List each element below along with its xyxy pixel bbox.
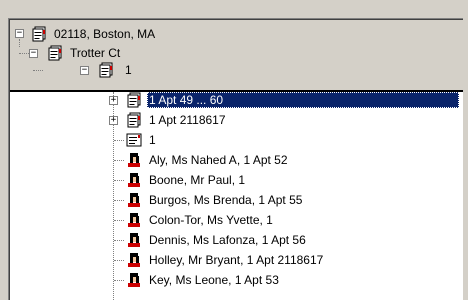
tree-item-label: Boone, Mr Paul, 1 [149,173,246,187]
address-tree-panel: − 02118, Boston, MA − Trotter Ct − 1 + 1… [8,18,463,300]
tree-item[interactable]: Aly, Ms Nahed A, 1 Apt 52 [10,152,460,168]
tree-item-label: Key, Ms Leone, 1 Apt 53 [149,273,279,287]
book-icon [32,26,46,42]
tree-item[interactable]: Key, Ms Leone, 1 Apt 53 [10,272,460,288]
node-label: 1 [125,63,132,77]
collapse-toggle[interactable]: − [15,29,24,38]
book-icon [99,62,113,78]
tree-item[interactable]: Dennis, Ms Lafonza, 1 Apt 56 [10,232,460,248]
node-label: 02118, Boston, MA [54,27,156,41]
expand-toggle[interactable]: + [109,96,118,105]
tree-item-label: Burgos, Ms Brenda, 1 Apt 55 [149,193,303,207]
tree-item[interactable]: + 1 Apt 49 ... 60 [10,92,460,108]
tree-line [33,70,43,72]
tree-node-number[interactable]: − 1 [10,62,430,78]
tree-line [114,240,124,242]
tree-view[interactable]: + 1 Apt 49 ... 60 + 1 Apt 2118617 1 Aly,… [10,92,463,300]
tree-node-street[interactable]: − Trotter Ct [10,45,430,61]
tree-item-label: 1 [149,133,156,147]
tree-item-label: Dennis, Ms Lafonza, 1 Apt 56 [149,233,306,247]
tree-item[interactable]: Boone, Mr Paul, 1 [10,172,460,188]
tree-header: − 02118, Boston, MA − Trotter Ct − 1 [10,20,463,92]
book-icon [127,112,141,128]
tree-item[interactable]: Colon-Tor, Ms Yvette, 1 [10,212,460,228]
tree-node-zip[interactable]: − 02118, Boston, MA [10,26,430,42]
person-icon [128,233,140,247]
tree-item[interactable]: Holley, Mr Bryant, 1 Apt 2118617 [10,252,460,268]
tree-line [114,180,124,182]
tree-line [19,53,29,55]
collapse-toggle[interactable]: − [29,49,38,58]
record-icon [126,133,142,147]
book-icon [127,92,141,108]
collapse-toggle[interactable]: − [80,66,89,75]
tree-line [114,280,124,282]
tree-item-label: 1 Apt 49 ... 60 [147,92,459,108]
tree-item-label: Colon-Tor, Ms Yvette, 1 [149,213,273,227]
tree-item[interactable]: + 1 Apt 2118617 [10,112,460,128]
person-icon [128,273,140,287]
tree-line [114,220,124,222]
tree-item-label: 1 Apt 2118617 [149,113,226,127]
person-icon [128,213,140,227]
person-icon [128,193,140,207]
tree-line [114,140,124,142]
book-icon [48,45,62,61]
node-label: Trotter Ct [70,46,121,60]
person-icon [128,253,140,267]
tree-item-label: Holley, Mr Bryant, 1 Apt 2118617 [149,253,324,267]
tree-item[interactable]: Burgos, Ms Brenda, 1 Apt 55 [10,192,460,208]
tree-item-label: Aly, Ms Nahed A, 1 Apt 52 [149,153,288,167]
expand-toggle[interactable]: + [109,116,118,125]
tree-line [114,160,124,162]
tree-line [114,200,124,202]
tree-item[interactable]: 1 [10,132,460,148]
person-icon [128,173,140,187]
tree-line [114,260,124,262]
person-icon [128,153,140,167]
